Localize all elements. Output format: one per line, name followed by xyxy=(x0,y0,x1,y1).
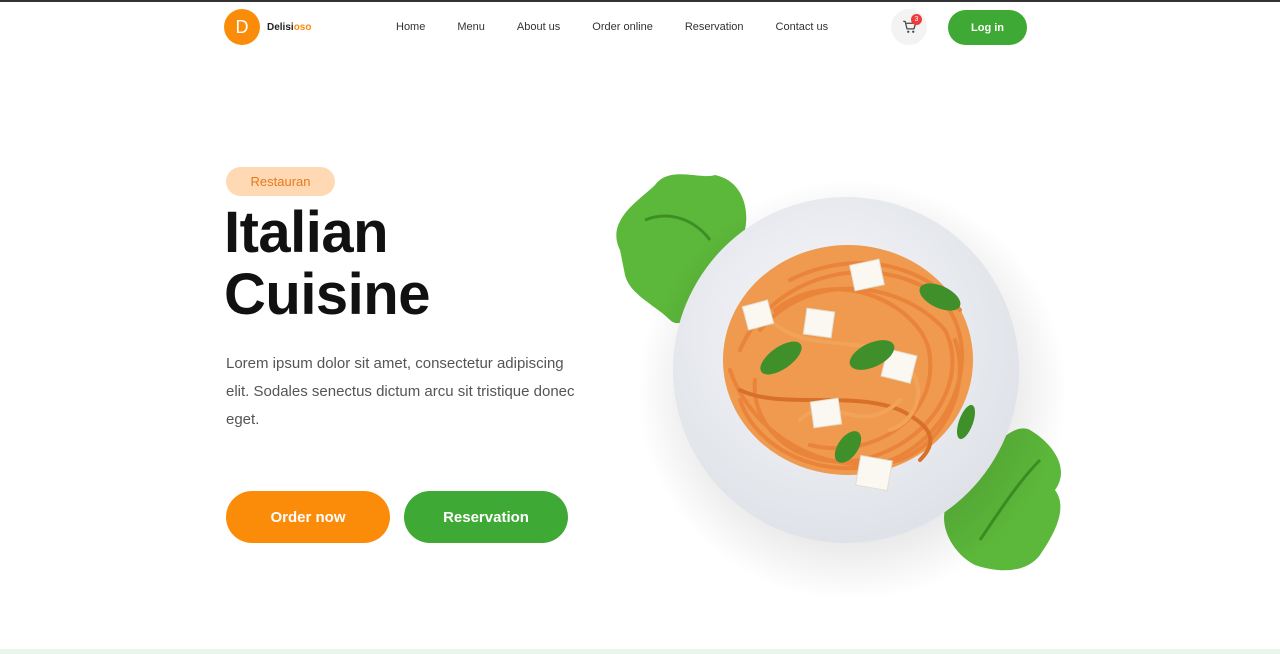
nav-contact-us[interactable]: Contact us xyxy=(776,21,829,33)
brand-name-part2: oso xyxy=(293,21,312,33)
logo-mark: D xyxy=(224,9,260,45)
order-now-button[interactable]: Order now xyxy=(226,491,390,543)
brand-name-part1: Delisi xyxy=(267,21,294,33)
nav-home[interactable]: Home xyxy=(396,21,425,33)
category-tag: Restauran xyxy=(226,167,335,196)
nav-about-us[interactable]: About us xyxy=(517,21,560,33)
hero-description: Lorem ipsum dolor sit amet, consectetur … xyxy=(226,355,575,428)
top-border xyxy=(0,0,1280,2)
login-button[interactable]: Log in xyxy=(948,10,1027,45)
hero-title-line1: Italian xyxy=(224,200,389,265)
section-divider xyxy=(0,649,1280,654)
spaghetti-plate-image xyxy=(616,174,1067,600)
cart-count-badge: 3 xyxy=(911,14,922,25)
main-nav: Home Menu About us Order online Reservat… xyxy=(380,21,844,33)
hero-title-line2: Cuisine xyxy=(224,262,431,327)
nav-order-online[interactable]: Order online xyxy=(592,21,653,33)
logo[interactable]: D Delisioso xyxy=(224,9,311,45)
brand-name: Delisioso xyxy=(267,22,311,33)
nav-reservation[interactable]: Reservation xyxy=(685,21,744,33)
reservation-button[interactable]: Reservation xyxy=(404,491,568,543)
cart-button[interactable]: 3 xyxy=(891,9,927,45)
hero-title: Italian Cuisine xyxy=(224,200,431,327)
nav-menu[interactable]: Menu xyxy=(457,21,485,33)
